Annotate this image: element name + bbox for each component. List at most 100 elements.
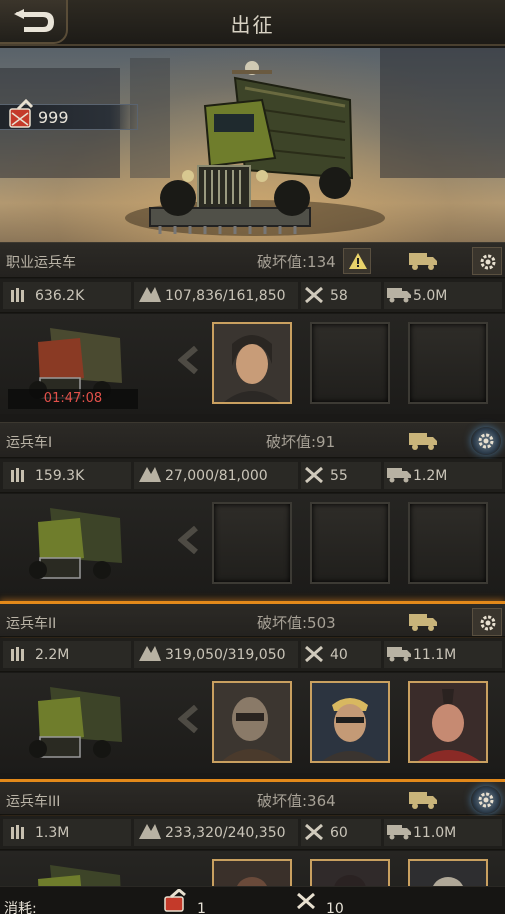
page-title: 出征 [230, 13, 275, 37]
capacity-value: 319,050/319,050 [165, 647, 286, 663]
cost-label: 消耗: [4, 901, 37, 914]
load-value: 11.1M [413, 647, 457, 663]
hero-slot-1[interactable] [212, 859, 292, 886]
hero-slot-1[interactable] [212, 322, 292, 404]
hero-slot-3[interactable] [408, 681, 488, 763]
load-value: 5.0M [413, 288, 448, 304]
section-header: 职业运兵车 破坏值:134 [0, 242, 505, 278]
damage-value: 破坏值:503 [257, 614, 336, 632]
hero-slot-3[interactable] [408, 502, 488, 584]
truck-load-icon [387, 825, 411, 840]
vehicle-banner: 999 [0, 48, 505, 242]
hero-portrait-longhair [214, 324, 290, 402]
vehicle-section-ii: 运兵车II 破坏值:503 2.2M 319,050/319,050 40 11… [0, 601, 505, 781]
fuel-can-icon [9, 99, 34, 128]
fuel-can-icon [164, 889, 186, 912]
load-value: 1.2M [413, 468, 448, 484]
capacity-value: 107,836/161,850 [165, 288, 286, 304]
wrench-icon [305, 823, 323, 841]
ammo-icon [11, 647, 24, 661]
hero-slot-2[interactable] [310, 681, 390, 763]
hero-slot-3[interactable] [408, 322, 488, 404]
fuel-count: 999 [38, 108, 69, 127]
stats-row: 2.2M 319,050/319,050 40 11.1M [0, 638, 505, 672]
section-body [0, 673, 505, 773]
hero-slot-2[interactable] [310, 322, 390, 404]
soldiers-icon [139, 646, 161, 661]
wrench-icon [297, 892, 315, 910]
chevron-left-icon [178, 705, 198, 733]
truck-load-icon [387, 288, 411, 303]
hero-portrait-3 [410, 861, 486, 886]
hero-slot-2[interactable] [310, 502, 390, 584]
gear-icon [480, 254, 496, 270]
soldiers-icon [139, 467, 161, 482]
section-body [0, 494, 505, 594]
cost-fuel: 1 [197, 901, 206, 914]
hero-portrait-masked [214, 683, 290, 761]
settings-button[interactable] [471, 786, 501, 814]
vehicle-name: 职业运兵车 [6, 255, 76, 271]
truck-icon[interactable] [408, 250, 438, 272]
settings-button[interactable] [472, 247, 502, 275]
troops-count: 636.2K [35, 288, 85, 304]
repair-value: 58 [330, 288, 348, 304]
truck-load-icon [387, 468, 411, 483]
battle-truck-image [125, 61, 385, 236]
hero-portrait-mohawk [410, 683, 486, 761]
settings-button[interactable] [472, 608, 502, 636]
section-header: 运兵车III 破坏值:364 [0, 779, 505, 815]
vehicle-name: 运兵车I [6, 435, 53, 451]
truck-icon[interactable] [408, 611, 438, 633]
march-timer: 01:47:08 [8, 389, 138, 409]
hero-slot-1[interactable] [212, 502, 292, 584]
wrench-icon [305, 466, 323, 484]
truck-thumbnail-green[interactable] [10, 855, 138, 886]
ammo-icon [11, 825, 24, 839]
hero-portrait-2 [312, 861, 388, 886]
capacity-value: 233,320/240,350 [165, 825, 286, 841]
damage-value: 破坏值:91 [266, 433, 336, 451]
troops-count: 1.3M [35, 825, 70, 841]
vehicle-section-i: 运兵车I 破坏值:91 159.3K 27,000/81,000 55 1.2M [0, 422, 505, 602]
gear-icon [478, 792, 494, 808]
hero-portrait-1 [214, 861, 290, 886]
hero-slot-3[interactable] [408, 859, 488, 886]
damage-value: 破坏值:134 [257, 253, 336, 271]
load-value: 11.0M [413, 825, 457, 841]
chevron-left-icon [178, 526, 198, 554]
cost-bar: 消耗: 1 10 [0, 886, 505, 914]
hero-slot-1[interactable] [212, 681, 292, 763]
repair-value: 40 [330, 647, 348, 663]
section-header: 运兵车I 破坏值:91 [0, 422, 505, 458]
truck-thumbnail-green[interactable] [10, 677, 138, 767]
soldiers-icon [139, 287, 161, 302]
stats-row: 159.3K 27,000/81,000 55 1.2M [0, 459, 505, 493]
truck-thumbnail-green[interactable] [10, 498, 138, 588]
section-body [0, 851, 505, 886]
stats-row: 1.3M 233,320/240,350 60 11.0M [0, 816, 505, 850]
settings-button[interactable] [471, 427, 501, 455]
chevron-left-icon [178, 346, 198, 374]
truck-load-icon [387, 647, 411, 662]
gear-icon [478, 433, 494, 449]
hero-slot-2[interactable] [310, 859, 390, 886]
stats-row: 636.2K 107,836/161,850 58 5.0M [0, 279, 505, 313]
hero-portrait-blond [312, 683, 388, 761]
vehicle-section-iii: 运兵车III 破坏值:364 1.3M 233,320/240,350 60 1… [0, 779, 505, 886]
vehicle-name: 运兵车II [6, 616, 57, 632]
vehicle-name: 运兵车III [6, 794, 61, 810]
warning-button[interactable] [343, 248, 371, 274]
section-body: 01:47:08 [0, 314, 505, 414]
warning-icon [349, 253, 367, 269]
fuel-counter: 999 [0, 99, 138, 130]
ammo-icon [11, 288, 24, 302]
truck-icon[interactable] [408, 430, 438, 452]
truck-icon[interactable] [408, 789, 438, 811]
wrench-icon [305, 645, 323, 663]
section-header: 运兵车II 破坏值:503 [0, 601, 505, 637]
top-bar: 出征 [0, 0, 505, 46]
ammo-icon [11, 468, 24, 482]
repair-value: 55 [330, 468, 348, 484]
capacity-value: 27,000/81,000 [165, 468, 268, 484]
